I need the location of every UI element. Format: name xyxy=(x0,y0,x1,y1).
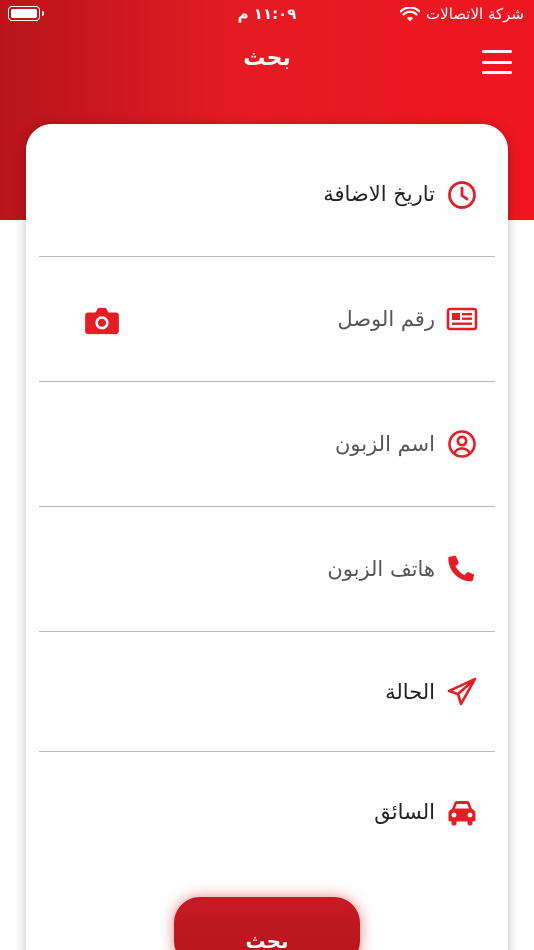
status-time: ١١:٠٩ م xyxy=(237,5,297,23)
paper-plane-icon xyxy=(445,675,479,709)
status-bar: شركة الاتصالات ١١:٠٩ م xyxy=(0,0,534,30)
customer-phone-placeholder: هاتف الزبون xyxy=(327,557,435,581)
driver-field[interactable]: السائق xyxy=(39,752,495,872)
clock-icon xyxy=(445,178,479,212)
date-added-label: تاريخ الاضافة xyxy=(323,182,435,206)
status-field[interactable]: الحالة xyxy=(39,632,495,752)
camera-icon[interactable] xyxy=(83,304,121,336)
status-label: الحالة xyxy=(385,680,435,704)
page-title: بحث xyxy=(243,46,291,71)
car-icon xyxy=(445,795,479,829)
battery-icon xyxy=(8,6,44,21)
receipt-number-placeholder: رقم الوصل xyxy=(337,307,435,331)
newspaper-icon xyxy=(445,302,479,336)
hamburger-menu-icon[interactable] xyxy=(482,50,512,74)
date-added-field[interactable]: تاريخ الاضافة xyxy=(39,132,495,257)
search-form-card: تاريخ الاضافة رقم الوصل اسم الزبون هاتف … xyxy=(26,124,508,950)
phone-icon xyxy=(445,551,479,585)
user-circle-icon xyxy=(445,427,479,461)
search-button[interactable]: بحث xyxy=(174,897,360,950)
driver-label: السائق xyxy=(374,800,435,824)
customer-name-placeholder: اسم الزبون xyxy=(334,432,435,456)
customer-name-field[interactable]: اسم الزبون xyxy=(39,382,495,507)
receipt-number-field[interactable]: رقم الوصل xyxy=(39,257,495,382)
search-screen: شركة الاتصالات ١١:٠٩ م بحث تاريخ الاضافة… xyxy=(0,0,534,950)
customer-phone-field[interactable]: هاتف الزبون xyxy=(39,507,495,632)
